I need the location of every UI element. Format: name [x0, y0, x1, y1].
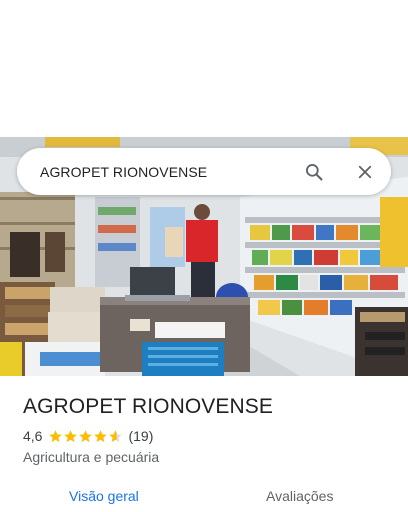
star-rating — [48, 429, 123, 444]
review-count[interactable]: (19) — [128, 428, 153, 444]
star-icon — [109, 429, 123, 442]
star-icon — [94, 429, 108, 442]
rating-row[interactable]: 4,6 (19) — [23, 428, 153, 444]
search-icon-glyph — [306, 163, 323, 180]
tab-reviews[interactable]: Avaliações — [266, 488, 333, 504]
star-icon — [79, 429, 93, 442]
search-icon[interactable] — [302, 160, 326, 184]
close-icon[interactable] — [353, 160, 377, 184]
tab-overview[interactable]: Visão geral — [69, 488, 139, 504]
place-category[interactable]: Agricultura e pecuária — [23, 449, 159, 465]
star-icon — [49, 429, 63, 442]
star-icon — [64, 429, 78, 442]
rating-value: 4,6 — [23, 428, 43, 444]
close-icon-glyph — [358, 165, 372, 178]
place-title: AGROPET RIONOVENSE — [23, 395, 273, 418]
tab-bar: Visão geral Avaliações — [0, 482, 408, 512]
search-input[interactable]: AGROPET RIONOVENSE — [40, 164, 302, 180]
search-bar[interactable]: AGROPET RIONOVENSE — [17, 148, 391, 195]
